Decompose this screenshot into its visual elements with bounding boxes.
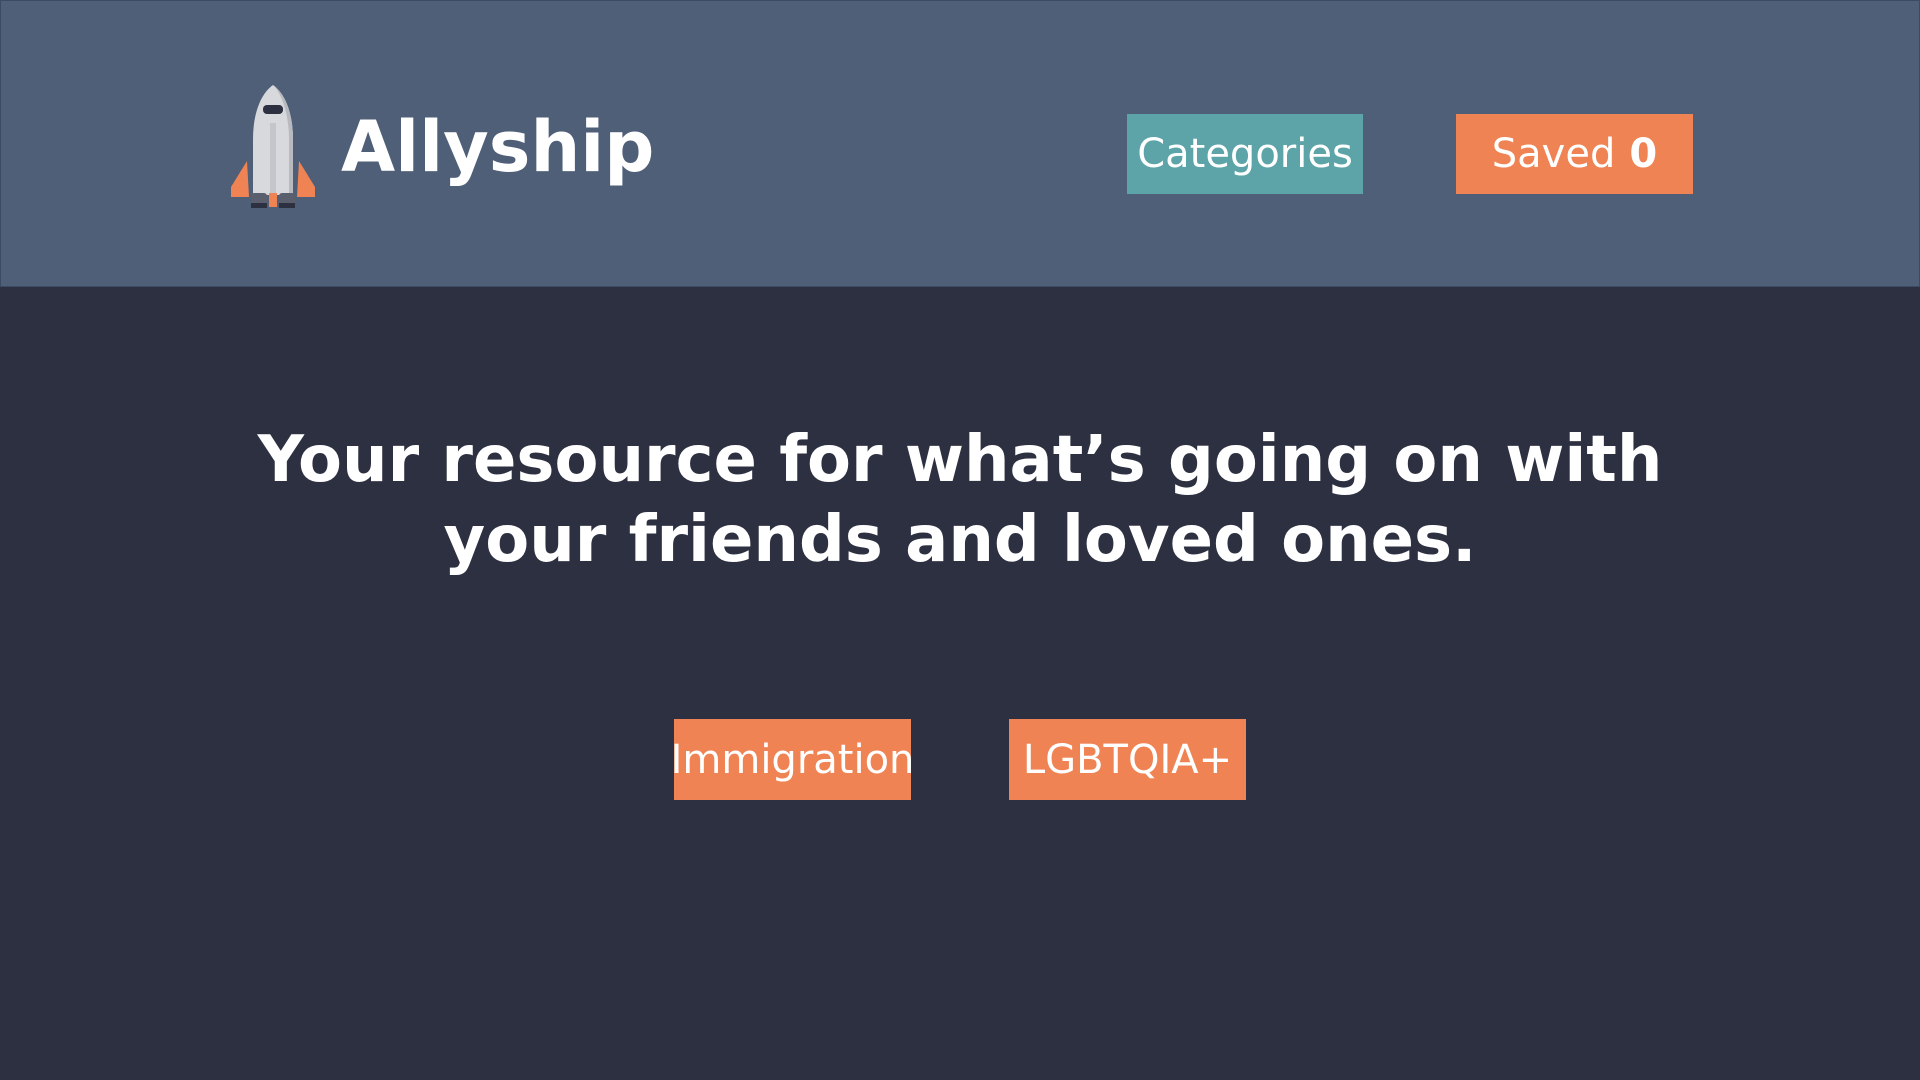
category-button-lgbtqia[interactable]: LGBTQIA+: [1009, 719, 1246, 800]
hero-headline-line-2: your friends and loved ones.: [443, 503, 1477, 577]
saved-label: Saved: [1491, 131, 1616, 177]
rocket-icon: [231, 85, 315, 208]
categories-button[interactable]: Categories: [1127, 114, 1363, 194]
top-header: Allyship Categories Saved 0: [0, 0, 1920, 287]
category-button-immigration[interactable]: Immigration: [671, 719, 914, 800]
brand-name: Allyship: [341, 106, 655, 188]
hero-headline-line-1: Your resource for what’s going on with: [257, 423, 1663, 497]
category-label-lgbtqia: LGBTQIA+: [1022, 736, 1233, 783]
hero-headline: Your resource for what’s going on with y…: [0, 420, 1920, 580]
brand-logo[interactable]: Allyship: [229, 83, 654, 209]
categories-label: Categories: [1137, 131, 1353, 177]
saved-count: 0: [1629, 131, 1658, 177]
saved-button[interactable]: Saved 0: [1456, 114, 1693, 194]
category-label-immigration: Immigration: [670, 736, 915, 783]
